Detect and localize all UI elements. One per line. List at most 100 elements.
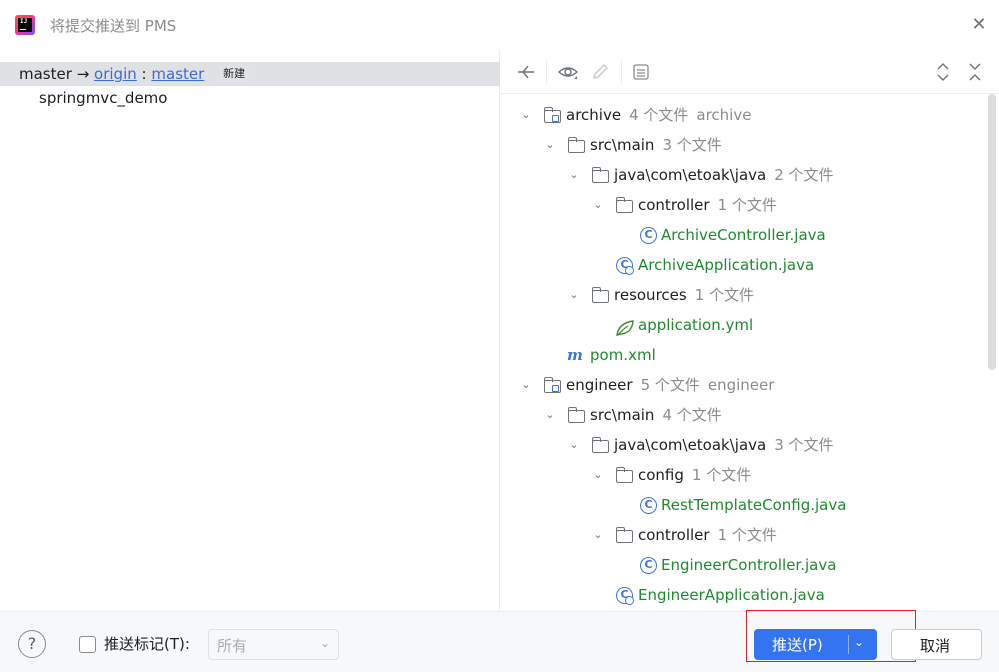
push-button[interactable]: 推送(P) ⌄ [754, 629, 877, 660]
tree-label: controller [638, 196, 710, 214]
tree-label: application.yml [638, 316, 754, 334]
tree-row-folder[interactable]: ⌄ src\main 3 个文件 [501, 130, 987, 160]
folder-icon [591, 437, 609, 453]
tree-row-file[interactable]: C EngineerApplication.java [501, 580, 987, 610]
tree-row-file[interactable]: C ArchiveController.java [501, 220, 987, 250]
chevron-down-icon: ⌄ [319, 636, 330, 650]
branch-panel: master → origin : master 新建 springmvc_de… [0, 50, 500, 611]
changes-toolbar [501, 50, 999, 94]
tree-row-module[interactable]: ⌄ archive 4 个文件 archive [501, 100, 987, 130]
cancel-button-label: 取消 [920, 637, 951, 655]
chevron-down-icon[interactable]: ⌄ [590, 520, 606, 550]
tree-label: src\main [590, 136, 655, 154]
module-icon [543, 377, 561, 393]
changes-tree: ⌄ archive 4 个文件 archive ⌄ src\main 3 个文件 ⌄ … [501, 100, 987, 611]
java-class-icon: C [640, 497, 657, 514]
folder-icon [615, 467, 633, 483]
tree-row-module[interactable]: ⌄ engineer 5 个文件 engineer [501, 370, 987, 400]
folder-icon [591, 287, 609, 303]
maven-icon: m [567, 346, 583, 364]
arrow-icon: → [76, 65, 90, 83]
tree-row-folder[interactable]: ⌄ java\com\etoak\java 3 个文件 [501, 430, 987, 460]
folder-icon [615, 527, 633, 543]
push-button-label: 推送(P) [772, 636, 823, 654]
branch-row[interactable]: master → origin : master 新建 [19, 62, 250, 86]
module-path: engineer [707, 376, 775, 394]
tree-row-file[interactable]: C RestTemplateConfig.java [501, 490, 987, 520]
chevron-down-icon[interactable]: ⌄ [566, 160, 582, 190]
push-tags-label[interactable]: 推送标记(T): [104, 633, 190, 654]
tree-row-file[interactable]: C EngineerController.java [501, 550, 987, 580]
chevron-down-icon[interactable]: ⌄ [590, 460, 606, 490]
title-bar: IJ 将提交推送到 PMS ✕ [0, 0, 999, 50]
eye-icon[interactable] [557, 61, 579, 83]
chevron-down-icon[interactable]: ⌄ [518, 370, 534, 400]
pencil-icon[interactable] [589, 61, 611, 83]
file-count: 5 个文件 [640, 376, 700, 394]
project-row[interactable]: springmvc_demo [39, 86, 167, 110]
chevron-down-icon[interactable]: ⌄ [566, 430, 582, 460]
tree-label: archive [566, 106, 622, 124]
file-count: 4 个文件 [629, 106, 689, 124]
module-path: archive [696, 106, 752, 124]
intellij-idea-icon: IJ [15, 15, 35, 35]
local-branch: master [19, 65, 72, 83]
tree-label: EngineerController.java [661, 556, 837, 574]
new-branch-badge: 新建 [219, 66, 250, 82]
tree-row-file[interactable]: application.yml [501, 310, 987, 340]
remote-name-link[interactable]: origin [94, 65, 137, 83]
diff-icon[interactable] [630, 61, 652, 83]
tree-label: engineer [566, 376, 633, 394]
folder-icon [567, 407, 585, 423]
file-count: 1 个文件 [694, 286, 755, 304]
tree-row-folder[interactable]: ⌄ src\main 4 个文件 [501, 400, 987, 430]
tree-row-file[interactable]: C ArchiveApplication.java [501, 250, 987, 280]
file-count: 1 个文件 [717, 196, 777, 214]
tags-select: 所有 ⌄ [208, 629, 339, 660]
folder-icon [567, 137, 585, 153]
tree-row-folder[interactable]: ⌄ resources 1 个文件 [501, 280, 987, 310]
help-icon[interactable]: ? [18, 630, 46, 658]
chevron-down-icon[interactable]: ⌄ [566, 280, 582, 310]
collapse-all-icon[interactable] [964, 61, 986, 83]
push-tags-checkbox[interactable] [79, 636, 96, 653]
tree-row-folder[interactable]: ⌄ controller 1 个文件 [501, 520, 987, 550]
branch-separator: : [141, 65, 147, 83]
file-count: 3 个文件 [774, 436, 834, 454]
tree-scrollbar[interactable] [988, 94, 996, 370]
tree-label: config [638, 466, 684, 484]
spring-app-icon: C [616, 257, 634, 275]
tree-label: src\main [590, 406, 655, 424]
tree-row-folder[interactable]: ⌄ controller 1 个文件 [501, 190, 987, 220]
java-class-icon: C [640, 227, 657, 244]
chevron-down-icon[interactable]: ⌄ [854, 635, 864, 649]
tree-row-folder[interactable]: ⌄ java\com\etoak\java 2 个文件 [501, 160, 987, 190]
close-icon[interactable]: ✕ [970, 16, 988, 34]
dialog-footer: ? 推送标记(T): 所有 ⌄ 推送(P) ⌄ 取消 [0, 610, 999, 672]
cancel-button[interactable]: 取消 [891, 629, 982, 660]
module-icon [543, 107, 561, 123]
tree-row-folder[interactable]: ⌄ config 1 个文件 [501, 460, 987, 490]
remote-branch-link[interactable]: master [151, 65, 204, 83]
chevron-down-icon[interactable]: ⌄ [542, 130, 558, 160]
tree-label: pom.xml [590, 346, 656, 364]
file-count: 1 个文件 [717, 526, 777, 544]
file-count: 3 个文件 [662, 136, 722, 154]
file-count: 2 个文件 [774, 166, 834, 184]
tree-row-file[interactable]: m pom.xml [501, 340, 987, 370]
chevron-down-icon[interactable]: ⌄ [542, 400, 558, 430]
java-class-icon: C [640, 557, 657, 574]
folder-icon [591, 167, 609, 183]
window-title: 将提交推送到 PMS [50, 17, 177, 35]
spring-leaf-icon [615, 317, 634, 336]
tree-label: controller [638, 526, 710, 544]
folder-icon [615, 197, 633, 213]
collapse-icon[interactable] [515, 61, 537, 83]
changes-panel: ⌄ archive 4 个文件 archive ⌄ src\main 3 个文件 ⌄ … [501, 50, 999, 611]
tree-label: resources [614, 286, 687, 304]
chevron-down-icon[interactable]: ⌄ [590, 190, 606, 220]
expand-all-icon[interactable] [932, 61, 954, 83]
file-count: 1 个文件 [691, 466, 752, 484]
tree-label: java\com\etoak\java [614, 166, 767, 184]
chevron-down-icon[interactable]: ⌄ [518, 100, 534, 130]
